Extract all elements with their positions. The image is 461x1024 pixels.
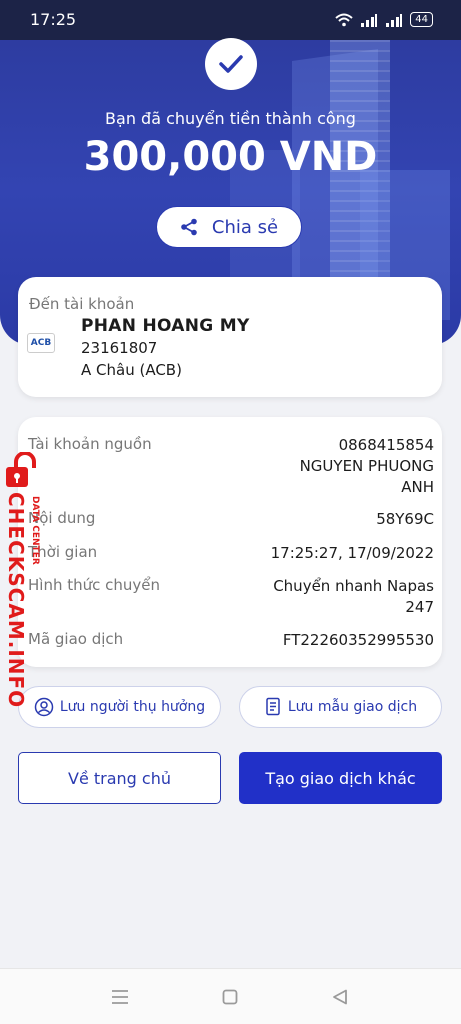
check-icon [219,55,243,73]
source-value: 0868415854 NGUYEN PHUONG ANH [300,435,434,498]
watermark: CHECKSCAM.INFO DATA CENTER [2,452,50,708]
back-icon[interactable] [332,989,348,1005]
signal-icon [361,13,378,27]
bank-logo: ACB [27,333,55,353]
source-label: Tài khoản nguồn [28,435,152,453]
share-button[interactable]: Chia sẻ [156,206,302,248]
transaction-id-value: FT22260352995530 [282,631,434,649]
save-template-label: Lưu mẫu giao dịch [287,699,418,715]
watermark-text: CHECKSCAM.INFO [4,492,28,709]
menu-icon[interactable] [111,989,129,1005]
source-account: 0868415854 [338,436,434,454]
transfer-amount: 300,000 VND [83,134,378,180]
detail-row-method: Hình thức chuyển Chuyển nhanh Napas 247 [28,576,434,620]
recipient-bank: A Châu (ACB) [81,361,182,379]
battery-indicator: 44 [410,12,433,27]
lock-icon [6,452,36,487]
new-transaction-button[interactable]: Tạo giao dịch khác [239,752,442,804]
status-bar: 17:25 44 [0,0,461,40]
detail-row-source: Tài khoản nguồn 0868415854 NGUYEN PHUONG… [28,435,434,503]
share-icon [181,218,197,236]
home-button[interactable]: Về trang chủ [18,752,221,804]
detail-row-content: Nội dung 58Y69C [28,509,434,531]
document-icon [266,697,280,716]
recipient-name: PHAN HOANG MY [81,316,250,336]
success-message: Bạn đã chuyển tiền thành công [105,109,356,128]
user-icon [34,697,54,717]
destination-card: Đến tài khoản ACB PHAN HOANG MY 23161807… [18,277,442,397]
save-beneficiary-button[interactable]: Lưu người thụ hưởng [18,686,221,728]
recipient-account: 23161807 [81,339,158,357]
status-time: 17:25 [30,10,77,29]
method-value: Chuyển nhanh Napas 247 [273,576,434,618]
home-nav-icon[interactable] [222,989,238,1005]
destination-label: Đến tài khoản [29,295,135,313]
content-value: 58Y69C [376,510,434,528]
source-name: NGUYEN PHUONG [299,457,434,475]
transaction-details-card: Tài khoản nguồn 0868415854 NGUYEN PHUONG… [18,417,442,667]
watermark-subtext: DATA CENTER [30,496,40,565]
save-beneficiary-label: Lưu người thụ hưởng [59,699,206,715]
signal-icon [386,13,403,27]
status-icons: 44 [335,12,433,27]
method-value-line: 247 [405,598,434,616]
share-label: Chia sẻ [211,216,279,238]
source-name: ANH [401,478,434,496]
detail-row-time: Thời gian 17:25:27, 17/09/2022 [28,543,434,565]
system-nav-bar [0,968,461,1024]
method-value-line: Chuyển nhanh Napas [273,577,434,595]
success-check [205,38,257,90]
wifi-icon [335,13,353,26]
save-template-button[interactable]: Lưu mẫu giao dịch [239,686,442,728]
time-value: 17:25:27, 17/09/2022 [270,544,434,562]
detail-row-transaction-id: Mã giao dịch FT22260352995530 [28,630,434,652]
